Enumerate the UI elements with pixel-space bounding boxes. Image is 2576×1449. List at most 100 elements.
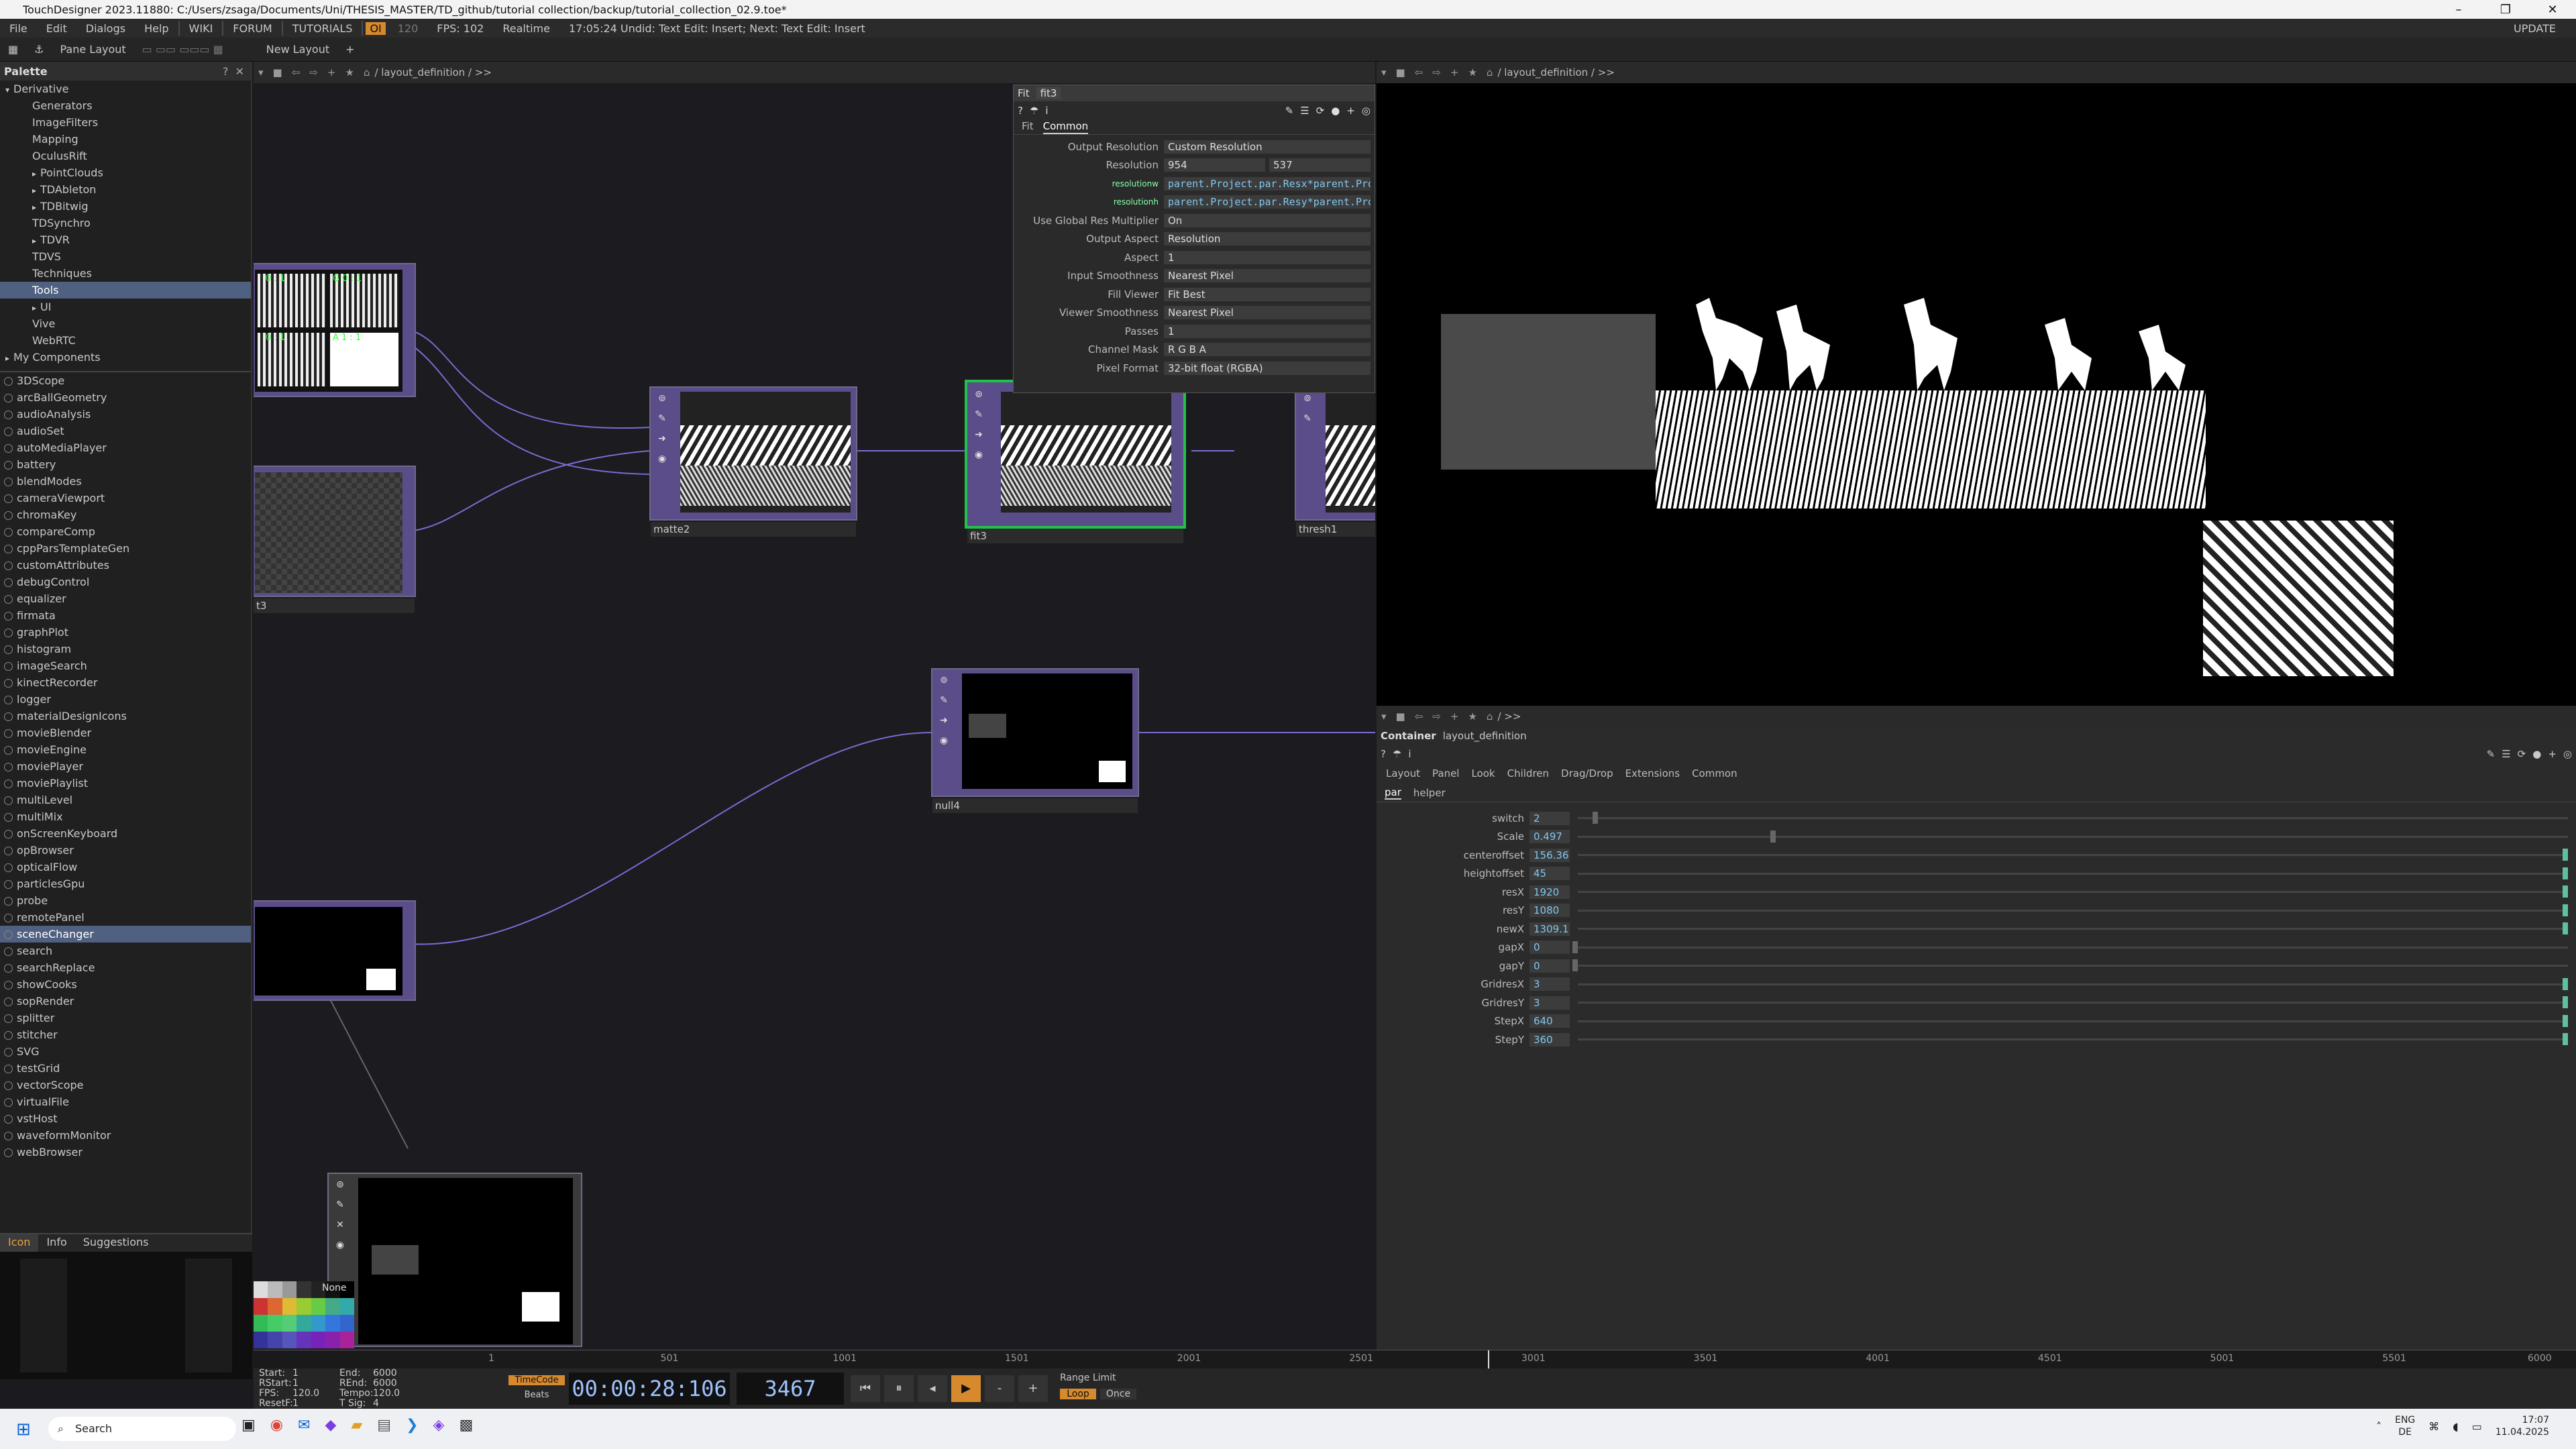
timecode-toggle[interactable]: TimeCode bbox=[508, 1375, 565, 1385]
beats-toggle[interactable]: Beats bbox=[508, 1390, 565, 1400]
param-value[interactable]: Resolution bbox=[1164, 232, 1371, 246]
fit3-node[interactable]: ⊚ ✎ ➜ ◉ fit3 bbox=[965, 380, 1186, 543]
palette-component[interactable]: arcBallGeometry bbox=[0, 389, 251, 406]
palette-folder[interactable]: ▸ TDAbleton bbox=[0, 181, 251, 198]
palette-component[interactable]: waveformMonitor bbox=[0, 1127, 251, 1144]
menu-dialogs[interactable]: Dialogs bbox=[76, 22, 135, 35]
palette-folder[interactable]: TDSynchro bbox=[0, 215, 251, 231]
export-icon[interactable]: ➜ bbox=[936, 715, 951, 730]
menu-edit[interactable]: Edit bbox=[37, 22, 76, 35]
minus-icon[interactable]: - bbox=[985, 1375, 1014, 1402]
frame-display[interactable]: 3467 bbox=[737, 1373, 844, 1405]
palette-component[interactable]: opticalFlow bbox=[0, 859, 251, 875]
bypass-icon[interactable]: ⊚ bbox=[333, 1179, 347, 1194]
link-wiki[interactable]: WIKI bbox=[180, 22, 223, 35]
add-icon[interactable]: + bbox=[2548, 748, 2557, 760]
expand-icon[interactable]: ▸ bbox=[32, 303, 36, 313]
comment-icon[interactable]: ☰ bbox=[1300, 105, 1309, 117]
tab-extensions[interactable]: Extensions bbox=[1625, 767, 1680, 780]
param-value[interactable]: 1080 bbox=[1529, 904, 1570, 918]
param-slider[interactable] bbox=[1578, 885, 2568, 898]
param-value[interactable]: 3 bbox=[1529, 977, 1570, 991]
palette-component[interactable]: 3DScope bbox=[0, 372, 251, 389]
display-icon[interactable]: ◉ bbox=[971, 449, 986, 464]
rend-value[interactable]: 6000 bbox=[373, 1379, 420, 1389]
slider-handle[interactable] bbox=[1592, 812, 1598, 824]
forward-icon[interactable]: ⇨ bbox=[1428, 66, 1446, 78]
maximize-icon[interactable]: ❐ bbox=[2482, 3, 2529, 17]
palette-component[interactable]: movieEngine bbox=[0, 741, 251, 758]
menu-icon[interactable]: ▾ bbox=[1377, 66, 1391, 78]
palette-component[interactable]: debugControl bbox=[0, 574, 251, 590]
network-icon[interactable]: ⌘ bbox=[2428, 1420, 2439, 1433]
param-value[interactable]: 0.497 bbox=[1529, 830, 1570, 844]
palette-component[interactable]: graphPlot bbox=[0, 624, 251, 641]
battery-icon[interactable]: ▭ bbox=[2472, 1420, 2482, 1433]
param-value-2[interactable]: 537 bbox=[1269, 158, 1371, 172]
palette-component[interactable]: sopRender bbox=[0, 993, 251, 1010]
palette-folder[interactable]: Techniques bbox=[0, 265, 251, 282]
slider-handle[interactable] bbox=[2563, 867, 2568, 879]
tab-drag-drop[interactable]: Drag/Drop bbox=[1561, 767, 1613, 780]
matte2-node[interactable]: ⊚ ✎ ➜ ◉ matte2 bbox=[649, 386, 857, 537]
palette-component[interactable]: remotePanel bbox=[0, 909, 251, 926]
palette-component[interactable]: blendModes bbox=[0, 473, 251, 490]
palette-folder[interactable]: Tools bbox=[0, 282, 251, 299]
slider-handle[interactable] bbox=[2563, 849, 2568, 861]
stop-icon[interactable]: ■ bbox=[1391, 710, 1410, 722]
param-value[interactable]: 156.36 bbox=[1529, 848, 1570, 862]
scene-node[interactable] bbox=[254, 900, 416, 1001]
pause-icon[interactable]: ⏸ bbox=[884, 1375, 914, 1402]
bypass-icon[interactable]: ⊚ bbox=[936, 675, 951, 690]
notepad-icon[interactable]: ▤ bbox=[377, 1417, 391, 1434]
chrome-icon[interactable]: ◉ bbox=[270, 1417, 283, 1434]
param-slider[interactable] bbox=[1578, 977, 2568, 990]
switch-node[interactable]: 0 : 1 G 0 : 1 0 : 1 A 1 : 1 bbox=[254, 263, 416, 397]
param-value[interactable]: R G B A bbox=[1164, 343, 1371, 357]
touchdesigner-icon[interactable]: ▩ bbox=[459, 1417, 473, 1434]
tab-common[interactable]: Common bbox=[1042, 120, 1089, 134]
ctrl-path[interactable]: / >> bbox=[1497, 710, 1521, 722]
expand-icon[interactable]: ▾ bbox=[5, 85, 9, 95]
palette-tab-info[interactable]: Info bbox=[38, 1234, 74, 1252]
palette-component[interactable]: probe bbox=[0, 892, 251, 909]
edit-icon[interactable]: ✎ bbox=[2487, 748, 2496, 760]
add-icon[interactable]: + bbox=[1346, 105, 1355, 117]
palette-component[interactable]: equalizer bbox=[0, 590, 251, 607]
palette-component[interactable]: search bbox=[0, 943, 251, 959]
tab-common[interactable]: Common bbox=[1692, 767, 1737, 780]
param-value[interactable]: parent.Project.par.Resy*parent.Proje bbox=[1164, 195, 1371, 209]
slider-handle[interactable] bbox=[2563, 904, 2568, 916]
back-icon[interactable]: ⇦ bbox=[1410, 710, 1428, 722]
new-layout-label[interactable]: New Layout bbox=[258, 43, 337, 56]
region-label[interactable]: DE bbox=[2395, 1426, 2415, 1438]
clock-time[interactable]: 17:07 bbox=[2496, 1414, 2549, 1426]
param-slider[interactable] bbox=[1572, 959, 2568, 972]
display-icon[interactable]: ◉ bbox=[936, 735, 951, 750]
slider-handle[interactable] bbox=[1770, 830, 1776, 843]
add-icon[interactable]: + bbox=[1446, 710, 1464, 722]
edit-icon[interactable]: ✎ bbox=[1300, 413, 1315, 428]
expand-icon[interactable]: ▸ bbox=[32, 169, 36, 178]
link-forum[interactable]: FORUM bbox=[223, 22, 281, 35]
file-explorer-icon[interactable]: ▰ bbox=[351, 1417, 362, 1434]
param-value[interactable]: 1920 bbox=[1529, 885, 1570, 899]
slider-handle[interactable] bbox=[1572, 941, 1578, 953]
clock-date[interactable]: 11.04.2025 bbox=[2496, 1426, 2549, 1438]
stop-icon[interactable]: ■ bbox=[1391, 66, 1410, 78]
param-slider[interactable] bbox=[1578, 830, 2568, 843]
help-icon[interactable]: ? bbox=[1018, 105, 1023, 117]
param-value[interactable]: Custom Resolution bbox=[1164, 140, 1371, 154]
pane-layout-presets[interactable]: ▭ ▭▭ ▭▭▭ ▦ bbox=[134, 43, 231, 56]
palette-component[interactable]: firmata bbox=[0, 607, 251, 624]
edit-icon[interactable]: ✎ bbox=[936, 695, 951, 710]
palette-folder[interactable]: Mapping bbox=[0, 131, 251, 148]
expand-icon[interactable]: ▸ bbox=[32, 186, 36, 195]
tab-look[interactable]: Look bbox=[1471, 767, 1495, 780]
bypass-icon[interactable]: ⊚ bbox=[655, 393, 669, 408]
container-name[interactable]: layout_definition bbox=[1443, 730, 1527, 742]
palette-folder[interactable]: Generators bbox=[0, 97, 251, 114]
palette-folder[interactable]: ▸ PointClouds bbox=[0, 164, 251, 181]
python-icon[interactable]: ☂ bbox=[1030, 105, 1038, 117]
palette-component[interactable]: stitcher bbox=[0, 1026, 251, 1043]
